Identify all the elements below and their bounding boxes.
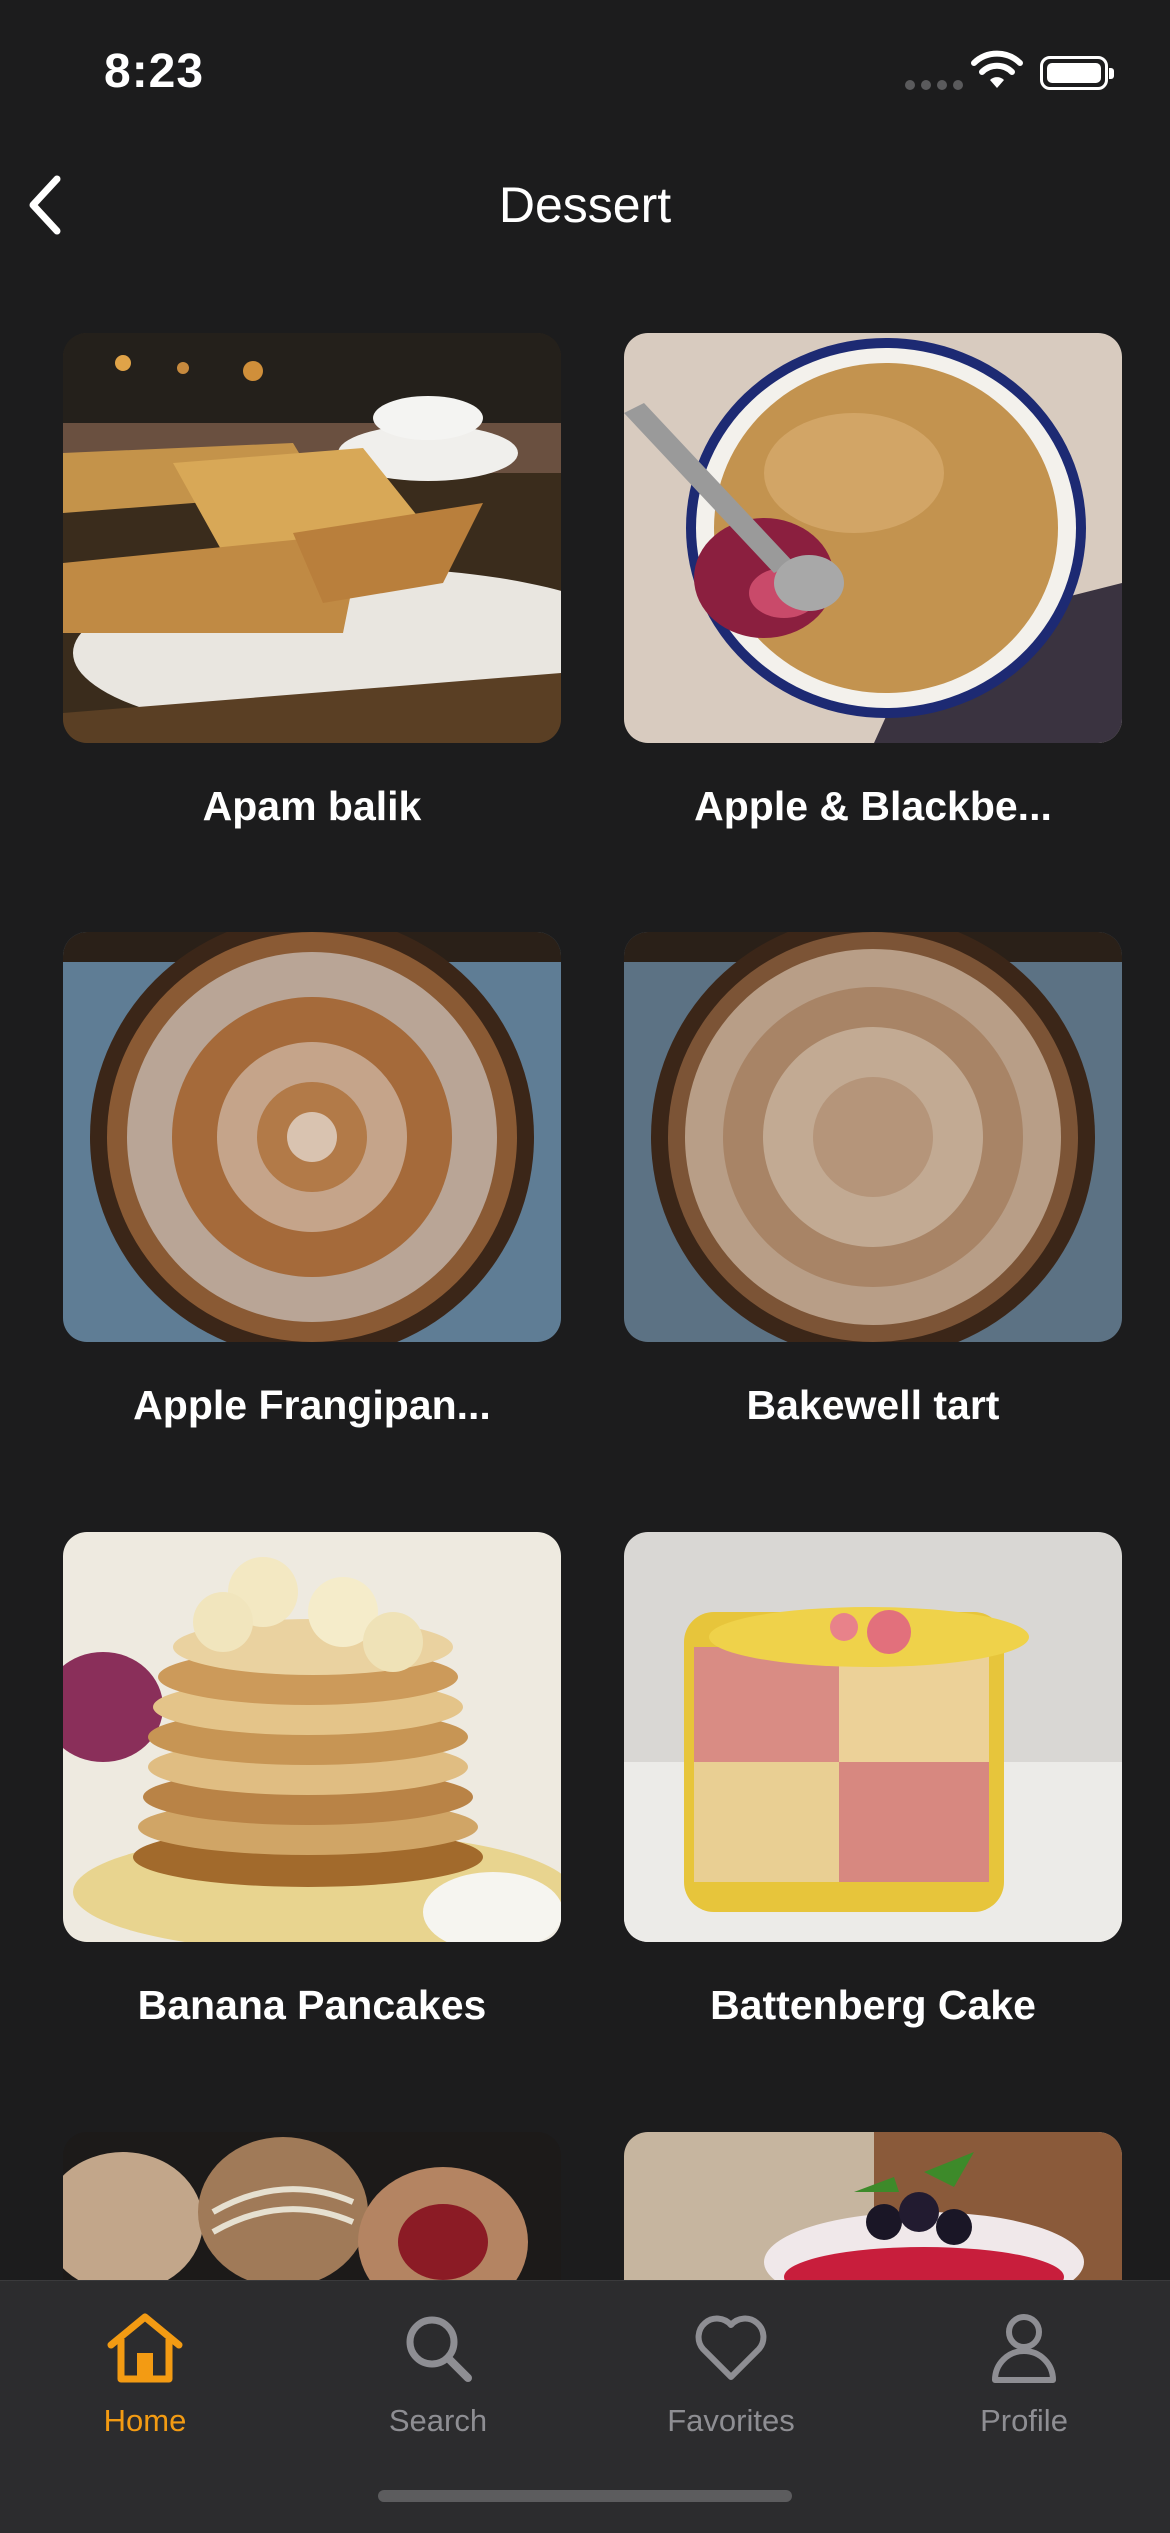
recipe-name: Bakewell tart [746,1382,1000,1428]
recipe-card[interactable] [624,2132,1122,2280]
recipe-image-banana-pancakes [63,1532,561,1942]
recipe-image [63,2132,561,2280]
recipe-image [624,2132,1122,2280]
tab-favorites[interactable]: Favorites [641,2303,821,2439]
recipe-card[interactable]: Banana Pancakes [63,1532,561,2029]
recipe-image-apple-blackberry-crumble [624,333,1122,743]
recipe-image-battenberg-cake [624,1532,1122,1942]
recipe-grid: Apam balik Apple & Blackbe... Apple Fran… [0,0,1170,2280]
tab-label: Favorites [667,2403,795,2438]
tab-label: Search [388,2403,488,2438]
recipe-name: Apple & Blackbe... [694,783,1052,829]
recipe-card[interactable]: Apple Frangipan... [63,932,561,1429]
recipe-name: Banana Pancakes [137,1982,487,2028]
search-icon [406,2316,472,2382]
tab-profile[interactable]: Profile [934,2303,1114,2439]
recipe-card[interactable] [63,2132,561,2280]
heart-icon [695,2315,767,2380]
recipe-card[interactable]: Apple & Blackbe... [624,333,1122,830]
page-title: Dessert [498,177,672,233]
recipe-card[interactable]: Bakewell tart [624,932,1122,1429]
recipe-image-bakewell-tart [624,932,1122,1342]
recipe-card[interactable]: Apam balik [63,333,561,830]
recipe-name: Battenberg Cake [710,1982,1036,2028]
tab-search[interactable]: Search [348,2303,528,2439]
recipe-image-apple-frangipan-tart [63,932,561,1342]
home-indicator [378,2490,792,2502]
recipe-name: Apple Frangipan... [133,1382,491,1428]
person-icon [992,2314,1056,2383]
recipe-image-apam-balik [63,333,561,743]
tab-label: Profile [980,2403,1068,2438]
home-icon [107,2313,183,2383]
tab-home[interactable]: Home [55,2303,235,2439]
recipe-card[interactable]: Battenberg Cake [624,1532,1122,2029]
recipe-name: Apam balik [202,783,422,829]
tab-label: Home [103,2403,187,2438]
